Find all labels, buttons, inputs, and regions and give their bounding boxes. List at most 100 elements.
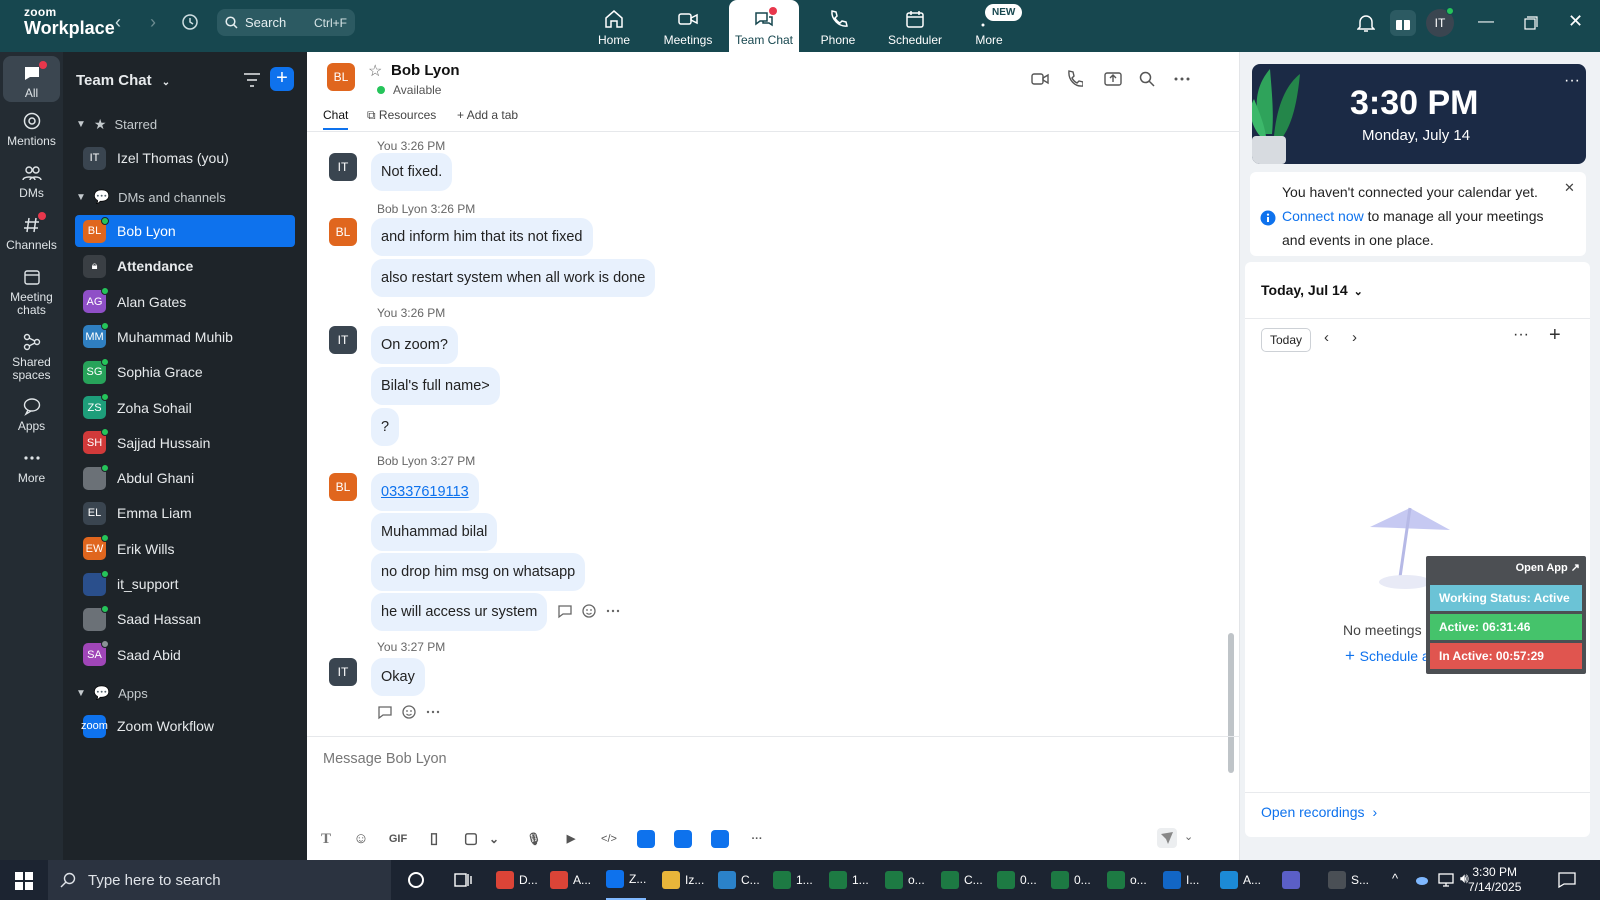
sidebar-item-muhammad-muhib[interactable]: MM Muhammad Muhib [75, 321, 295, 353]
taskbar-app-excel-7[interactable]: o... [885, 860, 925, 900]
emoji-reaction-icon[interactable] [401, 704, 417, 720]
taskbar-app-folder-3[interactable]: Iz... [662, 860, 704, 900]
reply-icon[interactable] [557, 603, 573, 619]
code-snippet-icon[interactable]: </> [597, 830, 621, 848]
tab-scheduler[interactable]: Scheduler [880, 0, 950, 52]
chevron-down-icon[interactable]: ⌄ [485, 830, 503, 848]
message-bubble[interactable]: and inform him that its not fixed [371, 218, 593, 256]
rail-meeting-chats[interactable]: Meeting chats [0, 267, 63, 317]
next-day-icon[interactable]: › [1352, 329, 1357, 346]
cortana-icon[interactable] [407, 871, 425, 889]
windows-start-icon[interactable] [15, 872, 33, 890]
sidebar-item-alan-gates[interactable]: AG Alan Gates [75, 286, 295, 318]
message-bubble[interactable]: also restart system when all work is don… [371, 259, 656, 297]
sidebar-item-saad-abid[interactable]: SA Saad Abid [75, 639, 295, 671]
sidebar-item-erik-wills[interactable]: EW Erik Wills [75, 533, 295, 565]
sidebar-item-emma-liam[interactable]: EL Emma Liam [75, 497, 295, 529]
history-icon[interactable] [181, 13, 199, 31]
sidebar-item-zoha-sohail[interactable]: ZS Zoha Sohail [75, 392, 295, 424]
taskbar-app-excel-10[interactable]: 0... [1051, 860, 1091, 900]
taskbar-app-chrome-0[interactable]: D... [496, 860, 538, 900]
section-starred[interactable]: ▼ ★ Starred [76, 116, 157, 133]
onedrive-icon[interactable] [1413, 873, 1429, 887]
emoji-reaction-icon[interactable] [581, 603, 597, 619]
rail-apps[interactable]: Apps [0, 396, 63, 433]
today-button[interactable]: Today [1261, 328, 1311, 352]
docs-app-icon[interactable] [711, 830, 729, 848]
day-selector[interactable]: Today, Jul 14 ⌄ [1261, 282, 1363, 298]
open-app-link[interactable]: Open App ↗ [1516, 561, 1580, 574]
tab-home[interactable]: Home [579, 0, 649, 52]
section-dms-and-channels[interactable]: ▼ 💬 DMs and channels [76, 189, 226, 205]
taskbar-app-excel-5[interactable]: 1... [773, 860, 813, 900]
filter-icon[interactable] [243, 72, 261, 88]
forward-arrow-icon[interactable]: › [150, 12, 156, 33]
task-view-icon[interactable] [454, 871, 472, 889]
contact-avatar[interactable]: BL [327, 63, 355, 91]
contact-name[interactable]: Bob Lyon [391, 62, 460, 79]
taskbar-app-excel-9[interactable]: 0... [997, 860, 1037, 900]
sender-avatar[interactable]: BL [329, 473, 357, 501]
message-bubble[interactable]: Muhammad bilal [371, 513, 498, 551]
search-bar[interactable]: Search Ctrl+F [217, 9, 355, 36]
sidebar-title[interactable]: Team Chat ⌄ [76, 72, 170, 89]
more-options-icon[interactable] [605, 603, 621, 619]
sidebar-item-saad-hassan[interactable]: Saad Hassan [75, 603, 295, 635]
taskbar-app-excel-11[interactable]: o... [1107, 860, 1147, 900]
network-icon[interactable] [1438, 872, 1454, 888]
message-input[interactable]: Message Bob Lyon [323, 751, 447, 767]
more-options-icon[interactable] [1173, 70, 1191, 88]
minimize-icon[interactable]: — [1478, 13, 1494, 31]
apps-launcher-button[interactable] [1390, 10, 1416, 36]
sidebar-item-it-support[interactable]: it_support [75, 568, 295, 600]
tab-chat[interactable]: Chat [323, 108, 349, 130]
tab-meetings[interactable]: Meetings [653, 0, 723, 52]
sidebar-item-sajjad-hussain[interactable]: SH Sajjad Hussain [75, 427, 295, 459]
reply-icon[interactable] [377, 704, 393, 720]
rail-shared-spaces[interactable]: Shared spaces [0, 332, 63, 382]
sender-avatar[interactable]: IT [329, 153, 357, 181]
sender-avatar[interactable]: IT [329, 658, 357, 686]
taskbar-app-teams-14[interactable] [1282, 860, 1305, 900]
message-bubble[interactable]: Bilal's full name> [371, 367, 500, 405]
emoji-icon[interactable]: ☺ [352, 830, 370, 848]
send-options-chevron-icon[interactable]: ⌄ [1184, 830, 1193, 843]
message-bubble[interactable]: he will access ur system [371, 593, 548, 631]
connect-now-link[interactable]: Connect now [1282, 208, 1364, 224]
taskbar-app-excel-8[interactable]: C... [941, 860, 983, 900]
taskbar-app-chrome-1[interactable]: A... [550, 860, 591, 900]
back-arrow-icon[interactable]: ‹ [115, 12, 121, 33]
sidebar-item-abdul-ghani[interactable]: Abdul Ghani [75, 462, 295, 494]
microphone-icon[interactable]: 🎙 [525, 830, 543, 848]
new-chat-button[interactable]: + [270, 67, 294, 91]
sender-avatar[interactable]: BL [329, 218, 357, 246]
video-call-icon[interactable] [1031, 70, 1049, 88]
add-event-icon[interactable]: + [1549, 324, 1561, 347]
sidebar-item-starred-0[interactable]: IT Izel Thomas (you) [75, 142, 295, 174]
taskbar-app-settings-15[interactable]: S... [1328, 860, 1369, 900]
sender-avatar[interactable]: IT [329, 326, 357, 354]
taskbar-app-app-4[interactable]: C... [718, 860, 760, 900]
previous-day-icon[interactable]: ‹ [1324, 329, 1329, 346]
phone-call-icon[interactable] [1065, 70, 1083, 88]
sidebar-item-attendance[interactable]: 🔒︎ Attendance [75, 250, 295, 282]
sidebar-item-sophia-grace[interactable]: SG Sophia Grace [75, 356, 295, 388]
screenshot-icon[interactable]: ▢ [462, 830, 480, 848]
taskbar-search-box[interactable]: Type here to search [48, 860, 391, 900]
taskbar-app-zoom-2[interactable]: Z... [606, 860, 647, 900]
message-bubble[interactable]: Not fixed. [371, 153, 453, 191]
rail-all[interactable]: All [3, 56, 60, 102]
close-icon[interactable]: ✕ [1564, 176, 1575, 200]
message-bubble[interactable]: Okay [371, 658, 425, 696]
whiteboard-app-icon[interactable] [637, 830, 655, 848]
video-message-icon[interactable]: ▶ [562, 830, 580, 848]
file-icon[interactable]: ▯ [425, 830, 443, 848]
taskbar-app-outlook-12[interactable]: I... [1163, 860, 1199, 900]
phone-number-link[interactable]: 03337619113 [371, 473, 479, 511]
sidebar-item-app-0[interactable]: zoom Zoom Workflow [75, 710, 295, 742]
clock-more-icon[interactable]: ··· [1564, 72, 1580, 90]
bell-icon[interactable] [1357, 13, 1375, 33]
notes-app-icon[interactable] [674, 830, 692, 848]
send-icon[interactable] [1157, 828, 1177, 848]
share-screen-icon[interactable] [1104, 70, 1122, 88]
